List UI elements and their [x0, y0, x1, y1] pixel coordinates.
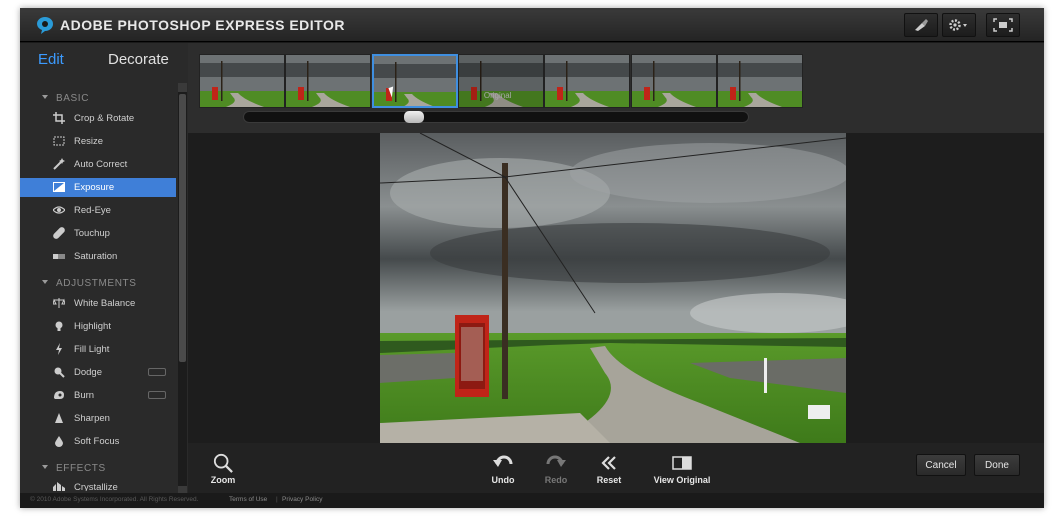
compare-icon — [672, 456, 692, 470]
bottom-toolbar: Zoom Undo Redo Reset View Original Cance… — [188, 443, 1044, 493]
tool-saturation[interactable]: Saturation — [20, 247, 176, 266]
settings-button[interactable] — [942, 13, 976, 37]
crop-icon — [53, 112, 65, 124]
terms-link[interactable]: Terms of Use — [229, 496, 267, 503]
variation-thumbnail[interactable] — [285, 54, 372, 108]
editor-window: ADOBE PHOTOSHOP EXPRESS EDITOR Edit Deco… — [20, 8, 1044, 508]
collapse-arrow-icon — [42, 95, 48, 99]
variation-thumbnail[interactable] — [544, 54, 631, 108]
dodge-icon — [54, 367, 65, 378]
section-basic[interactable]: BASIC — [20, 90, 176, 108]
reset-button[interactable]: Reset — [594, 453, 624, 485]
tool-crystallize[interactable]: Crystallize — [20, 478, 176, 491]
tool-highlight[interactable]: Highlight — [20, 317, 176, 336]
triangle-icon — [55, 413, 63, 423]
tool-burn[interactable]: Burn — [20, 386, 176, 405]
tool-white-balance[interactable]: White Balance — [20, 294, 176, 313]
title-bar: ADOBE PHOTOSHOP EXPRESS EDITOR — [20, 8, 1044, 42]
footer-separator: | — [276, 496, 278, 503]
tool-soft-focus[interactable]: Soft Focus — [20, 432, 176, 451]
cancel-button[interactable]: Cancel — [916, 454, 966, 476]
variation-thumbnail[interactable] — [630, 54, 717, 108]
footer: © 2010 Adobe Systems Incorporated. All R… — [20, 493, 1044, 508]
photo-preview[interactable] — [380, 133, 846, 443]
tool-touchup[interactable]: Touchup — [20, 224, 176, 243]
gear-icon — [949, 19, 967, 31]
keyboard-badge-icon — [148, 368, 166, 376]
tool-red-eye[interactable]: Red-Eye — [20, 201, 176, 220]
resize-icon — [53, 136, 65, 146]
scrollbar-thumb[interactable] — [179, 94, 186, 362]
privacy-link[interactable]: Privacy Policy — [282, 496, 322, 503]
variation-filmstrip: Original — [188, 43, 1044, 133]
lightning-icon — [56, 343, 62, 355]
magic-wand-icon — [53, 158, 65, 170]
section-adjustments[interactable]: ADJUSTMENTS — [20, 275, 176, 293]
brush-button[interactable] — [904, 13, 938, 37]
tool-dodge[interactable]: Dodge — [20, 363, 176, 382]
tool-exposure[interactable]: Exposure — [20, 178, 176, 197]
scroll-up-arrow-icon[interactable] — [178, 83, 187, 92]
variation-slider[interactable] — [243, 111, 749, 123]
original-thumbnail-label: Original — [483, 91, 512, 100]
zoom-button[interactable]: Zoom — [208, 453, 238, 485]
undo-button[interactable]: Undo — [488, 453, 518, 485]
drop-icon — [55, 436, 63, 447]
scale-icon — [53, 298, 65, 308]
done-button[interactable]: Done — [974, 454, 1020, 476]
variation-thumbnail[interactable] — [371, 54, 458, 108]
tab-edit[interactable]: Edit — [38, 51, 64, 68]
app-title: ADOBE PHOTOSHOP EXPRESS EDITOR — [60, 17, 345, 33]
tool-auto-correct[interactable]: Auto Correct — [20, 155, 176, 174]
brush-icon — [915, 19, 928, 31]
undo-icon — [493, 455, 513, 467]
variation-thumbnail[interactable] — [716, 54, 803, 108]
tool-list: BASIC Crop & Rotate Resize Auto Correct … — [20, 81, 178, 491]
tool-crop-rotate[interactable]: Crop & Rotate — [20, 109, 176, 128]
collapse-arrow-icon — [42, 465, 48, 469]
burn-icon — [54, 391, 64, 399]
bandage-icon — [53, 227, 65, 239]
tab-decorate[interactable]: Decorate — [108, 51, 169, 68]
fullscreen-icon — [993, 18, 1013, 32]
saturation-icon — [53, 254, 65, 259]
exposure-icon — [53, 182, 65, 192]
magnifier-icon — [213, 453, 233, 473]
image-canvas — [188, 133, 1044, 443]
redo-icon — [546, 455, 566, 467]
tools-sidebar: Edit Decorate BASIC Crop & Rotate Resize… — [20, 43, 188, 495]
tool-fill-light[interactable]: Fill Light — [20, 340, 176, 359]
eye-icon — [53, 206, 65, 214]
view-original-button[interactable]: View Original — [650, 453, 714, 485]
tool-resize[interactable]: Resize — [20, 132, 176, 151]
collapse-arrow-icon — [42, 280, 48, 284]
keyboard-badge-icon — [148, 391, 166, 399]
fullscreen-button[interactable] — [986, 13, 1020, 37]
slider-handle[interactable] — [404, 111, 425, 123]
crystal-icon — [53, 482, 65, 491]
photoshop-express-logo-icon — [37, 17, 53, 34]
redo-button[interactable]: Redo — [541, 453, 571, 485]
section-effects[interactable]: EFFECTS — [20, 460, 176, 478]
sidebar-scrollbar[interactable] — [178, 83, 187, 495]
copyright-text: © 2010 Adobe Systems Incorporated. All R… — [30, 496, 199, 503]
rewind-icon — [601, 456, 616, 470]
variation-thumbnail[interactable] — [199, 54, 285, 108]
tool-sharpen[interactable]: Sharpen — [20, 409, 176, 428]
bulb-icon — [55, 321, 63, 331]
